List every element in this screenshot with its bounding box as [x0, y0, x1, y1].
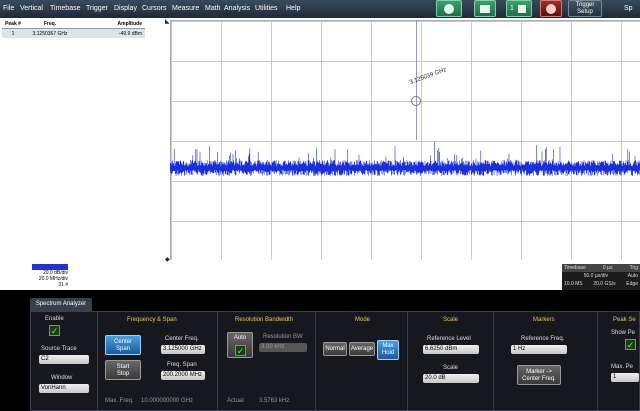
source-trace-label: Source Trace [41, 346, 77, 352]
rbw-label: Resolution BW [263, 334, 303, 340]
timebase-cell: 10.0 MS [564, 281, 583, 287]
divider [315, 312, 316, 410]
menu-file[interactable]: File [3, 5, 14, 12]
col-amplitude: Amplitude [117, 21, 142, 27]
dialog-panel: Enable ✓ Source Trace C2 Window VonHann … [30, 311, 640, 411]
window-select[interactable]: VonHann [39, 384, 89, 393]
marker-center-freq-button[interactable]: Marker -> Center Freq. [517, 365, 561, 385]
timebase-cell: 50.0 µs/div [583, 273, 608, 279]
menu-analysis[interactable]: Analysis [224, 5, 250, 12]
menu-math[interactable]: Math [205, 5, 221, 12]
scale-field[interactable]: 20.0 dB [423, 374, 479, 383]
stack-button[interactable]: 1 [506, 0, 532, 17]
mode-average-button[interactable]: Average [349, 342, 375, 356]
center-freq-label: Center Freq. [165, 336, 199, 342]
menu-cursors[interactable]: Cursors [142, 5, 167, 12]
mode-normal-button[interactable]: Normal [323, 342, 347, 356]
col-freq: Freq. [43, 21, 57, 27]
marker-circle[interactable] [411, 96, 421, 106]
peak-table-header: Peak # Freq. Amplitude [2, 20, 145, 29]
trace-path [170, 142, 640, 176]
max-freq-value: 10.000000000 GHz [141, 398, 194, 404]
divider [597, 312, 598, 410]
scale-title: Scale [443, 317, 459, 323]
timebase-delay: 0 µs [602, 265, 613, 271]
auto-rbw-button[interactable]: Auto ✓ [227, 332, 253, 358]
timebase-label: Timebase [564, 265, 586, 271]
menu-measure[interactable]: Measure [172, 5, 199, 12]
stack-count: 1 [510, 5, 514, 12]
warning-icon [546, 4, 556, 14]
spectrum-display[interactable]: ◣ 3.125039 GHz ◆ [165, 18, 640, 263]
max-freq-label: Max. Freq. [105, 398, 134, 404]
rbw-title: Resolution Bandwidth [235, 317, 294, 323]
peak-number: 1 [11, 30, 15, 37]
divider [493, 312, 494, 410]
scale-label: Scale [443, 365, 459, 371]
freq-span-label: Freq. Span [167, 362, 197, 368]
auto-label: Auto [233, 335, 247, 341]
timebase-cell: Edge [626, 281, 638, 287]
menu-utilities[interactable]: Utilities [255, 5, 278, 12]
screen-capture-button[interactable] [474, 0, 496, 17]
divider [97, 312, 98, 410]
menu-timebase[interactable]: Timebase [50, 5, 80, 12]
ref-level-label: Reference Level [427, 336, 471, 342]
freq-span-field[interactable]: 200.2000 MHz [161, 371, 205, 380]
peak-search-title: Peak Se [613, 317, 636, 323]
trig-label: Trig [629, 265, 638, 271]
touch-screen-button[interactable] [436, 0, 462, 17]
center-span-button[interactable]: Center Span [105, 335, 141, 355]
menu-help[interactable]: Help [286, 5, 300, 12]
enable-checkbox[interactable]: ✓ [49, 325, 60, 336]
divider [407, 312, 408, 410]
show-peaks-checkbox[interactable]: ✓ [625, 339, 636, 350]
ref-freq-field[interactable]: 1 Hz [511, 345, 567, 354]
trigger-marker-icon: ◣ [165, 19, 170, 25]
divider [217, 312, 218, 410]
menu-display[interactable]: Display [114, 5, 137, 12]
center-freq-field[interactable]: 3.125000 GHz [161, 345, 205, 354]
mode-maxhold-button[interactable]: Max Hold [377, 340, 399, 360]
tab-spectrum-analyzer[interactable]: Spectrum Analyzer [30, 298, 92, 311]
record-button[interactable] [540, 0, 562, 17]
max-peaks-field[interactable]: 1 [611, 373, 639, 382]
camera-icon [480, 5, 490, 13]
menu-trigger[interactable]: Trigger [86, 5, 108, 12]
menu-bar: File Vertical Timebase Trigger Display C… [0, 0, 640, 18]
col-peak: Peak # [5, 21, 21, 27]
timebase-cell: Auto [627, 273, 638, 279]
actual-label: Actual [227, 398, 244, 404]
ref-level-field[interactable]: 6.6250 dBm [423, 345, 479, 354]
auto-rbw-checkbox[interactable]: ✓ [235, 345, 246, 356]
source-trace-select[interactable]: C2 [39, 355, 89, 364]
status-strip: 20.0 dB/div 20.0 MHz/div 31 # Timebase 0… [0, 262, 640, 290]
peak-table: Peak # Freq. Amplitude 1 3.1250367 GHz -… [2, 20, 145, 38]
actual-value: 3.5763 kHz [259, 398, 290, 404]
timebase-descriptor[interactable]: Timebase 0 µs Trig 50.0 µs/div Auto 10.0… [562, 264, 640, 290]
peak-amplitude: -49.9 dBm [118, 30, 142, 37]
max-peaks-label: Max. Pe [611, 364, 634, 370]
mode-title: Mode [355, 317, 371, 323]
freq-span-title: Frequency & Span [127, 317, 177, 323]
enable-label: Enable [45, 316, 64, 322]
rbw-field: 3.00 kHz [259, 343, 307, 352]
ref-freq-label: Reference Freq. [521, 336, 565, 342]
spectrum-analyzer-dialog: Spectrum Analyzer Enable ✓ Source Trace … [0, 290, 640, 411]
window-label: Window [51, 375, 73, 381]
menu-vertical[interactable]: Vertical [20, 5, 43, 12]
menu-sp[interactable]: Sp [624, 5, 633, 12]
hand-icon [444, 4, 454, 14]
table-row[interactable]: 1 3.1250367 GHz -49.9 dBm [2, 29, 145, 38]
start-stop-button[interactable]: Start Stop [105, 360, 141, 380]
channel-descriptor[interactable]: 20.0 dB/div 20.0 MHz/div 31 # [32, 264, 68, 290]
show-peaks-label: Show Pe [611, 330, 636, 336]
trigger-setup-button[interactable]: Trigger Setup [568, 0, 602, 17]
left-panel: Peak # Freq. Amplitude 1 3.1250367 GHz -… [0, 18, 165, 290]
markers-title: Markers [533, 317, 555, 323]
peak-freq: 3.1250367 GHz [32, 30, 68, 37]
spectrum-trace [170, 142, 640, 176]
channel-count: 31 # [58, 282, 68, 288]
timebase-cell: 20.0 GS/s [593, 281, 616, 287]
